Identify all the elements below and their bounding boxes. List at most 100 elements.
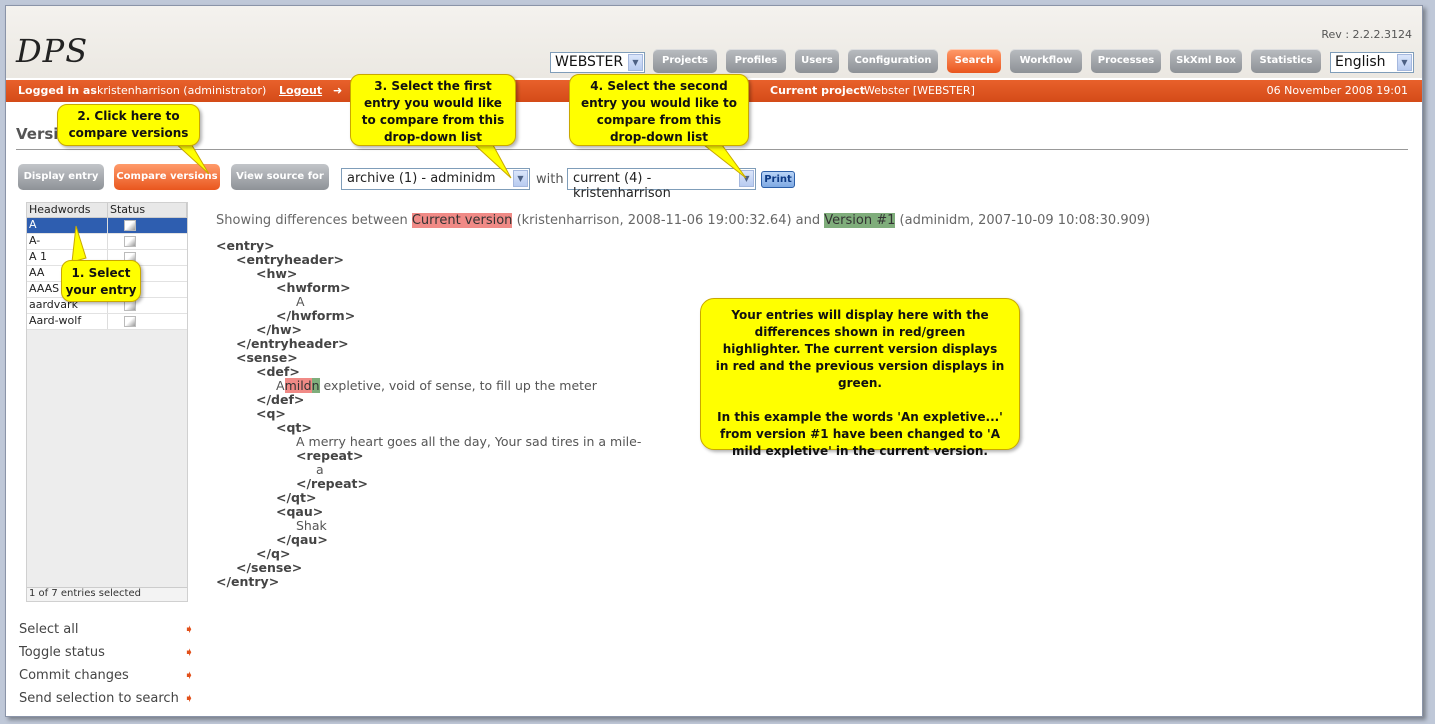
- logout-link[interactable]: Logout: [279, 84, 322, 97]
- xml-text: A merry heart goes all the day, Your sad…: [296, 434, 642, 449]
- arrow-right-icon[interactable]: ➧: [184, 645, 194, 659]
- chevron-down-icon[interactable]: ▼: [739, 170, 754, 187]
- nav-projects-button[interactable]: Projects: [653, 49, 717, 73]
- current-project-value: Webster [WEBSTER]: [864, 84, 975, 97]
- arrow-right-icon[interactable]: ➧: [184, 622, 194, 636]
- xml-text: A: [296, 294, 305, 309]
- xml-tag: </entryheader>: [236, 336, 349, 351]
- headword-cell: Aard-wolf: [27, 314, 108, 329]
- xml-text: A: [276, 378, 285, 393]
- xml-tag: </def>: [256, 392, 305, 407]
- xml-tag: <hw>: [256, 266, 298, 281]
- nav-workflow-button[interactable]: Workflow: [1010, 49, 1082, 73]
- selection-count: 1 of 7 entries selected: [27, 587, 187, 601]
- xml-tag: <entry>: [216, 238, 275, 253]
- xml-tag: <repeat>: [296, 448, 364, 463]
- app-logo: DPS: [16, 32, 89, 70]
- headwords-column-header[interactable]: Headwords: [27, 203, 108, 217]
- status-column-header[interactable]: Status: [108, 203, 187, 217]
- display-entry-button[interactable]: Display entry: [18, 164, 104, 190]
- chevron-down-icon[interactable]: ▼: [628, 54, 643, 71]
- print-button[interactable]: Print: [761, 171, 795, 188]
- commit-changes-label[interactable]: Commit changes: [19, 668, 129, 683]
- xml-tag: </hwform>: [276, 308, 356, 323]
- view-source-button[interactable]: View source for: [231, 164, 329, 190]
- toggle-status-action[interactable]: Toggle status ➧: [19, 645, 194, 668]
- callout-diff-text-1: Your entries will display here with the …: [715, 308, 1005, 390]
- app-window: DPS Rev : 2.2.2.3124 WEBSTER ▼ Projects P…: [5, 5, 1423, 717]
- xml-text: a: [316, 462, 324, 477]
- current-project-label: Current project: [770, 84, 865, 97]
- xml-text: expletive, void of sense, to fill up the…: [319, 378, 597, 393]
- xml-tag: <sense>: [236, 350, 298, 365]
- nav-profiles-button[interactable]: Profiles: [726, 49, 786, 73]
- callout-spacer: [715, 392, 1005, 409]
- headword-cell: A: [27, 218, 108, 233]
- xml-tag: </repeat>: [296, 476, 368, 491]
- current-version-meta: (kristenharrison, 2008-11-06 19:00:32.64…: [516, 213, 821, 228]
- xml-tag: <qt>: [276, 420, 312, 435]
- logged-in-user: kristenharrison (administrator): [97, 84, 267, 97]
- status-cell: [108, 218, 187, 233]
- status-icon[interactable]: [124, 220, 136, 231]
- nav-users-button[interactable]: Users: [795, 49, 839, 73]
- current-version-highlight: Current version: [411, 213, 513, 228]
- list-item[interactable]: Aard-wolf: [27, 314, 187, 330]
- list-item[interactable]: A-: [27, 234, 187, 250]
- nav-configuration-button[interactable]: Configuration: [848, 49, 938, 73]
- send-to-search-label[interactable]: Send selection to search: [19, 691, 179, 706]
- xml-tag: <entryheader>: [236, 252, 345, 267]
- chevron-down-icon[interactable]: ▼: [513, 170, 528, 187]
- previous-version-meta: (adminidm, 2007-10-09 10:08:30.909): [899, 213, 1151, 228]
- list-header: Headwords Status: [27, 203, 187, 218]
- diff-summary: Showing differences between Current vers…: [216, 213, 1150, 228]
- language-select[interactable]: English ▼: [1330, 52, 1414, 73]
- second-version-select[interactable]: current (4) - kristenharrison ▼: [567, 168, 756, 201]
- project-select[interactable]: WEBSTER ▼: [550, 52, 645, 73]
- nav-statistics-button[interactable]: Statistics: [1251, 49, 1321, 73]
- compare-versions-button[interactable]: Compare versions: [114, 164, 220, 190]
- xml-tag: </sense>: [236, 560, 303, 575]
- main-nav: Projects Profiles Users Configuration Search…: [653, 49, 1321, 73]
- status-cell: [108, 314, 187, 329]
- select-all-label[interactable]: Select all: [19, 622, 78, 637]
- language-select-value: English: [1335, 54, 1386, 70]
- diff-removed-text: n: [311, 378, 320, 393]
- diff-prefix: Showing differences between: [216, 213, 408, 228]
- callout-second-entry: 4. Select the second entry you would lik…: [569, 74, 749, 146]
- nav-search-button[interactable]: Search: [947, 49, 1001, 73]
- xml-diff-view: <entry> <entryheader> <hw> <hwform> A </…: [216, 239, 641, 589]
- previous-version-highlight: Version #1: [824, 213, 896, 228]
- status-icon[interactable]: [124, 236, 136, 247]
- chevron-down-icon[interactable]: ▼: [1397, 54, 1412, 71]
- top-header: DPS Rev : 2.2.2.3124 WEBSTER ▼ Projects P…: [6, 6, 1422, 78]
- xml-tag: </q>: [256, 546, 291, 561]
- project-select-value: WEBSTER: [555, 54, 624, 70]
- page-title: Versi: [16, 125, 59, 143]
- xml-tag: <def>: [256, 364, 300, 379]
- xml-tag: </qau>: [276, 532, 328, 547]
- arrow-right-icon[interactable]: ➧: [184, 668, 194, 682]
- status-cell: [108, 234, 187, 249]
- logged-in-label: Logged in as: [18, 84, 97, 97]
- second-version-value: current (4) - kristenharrison: [573, 171, 671, 201]
- send-to-search-action[interactable]: Send selection to search ➧: [19, 691, 194, 714]
- current-datetime: 06 November 2008 19:01: [1266, 84, 1408, 97]
- toggle-status-label[interactable]: Toggle status: [19, 645, 105, 660]
- arrow-right-icon[interactable]: ➧: [184, 691, 194, 705]
- list-item[interactable]: A: [27, 218, 187, 234]
- xml-tag: </qt>: [276, 490, 317, 505]
- select-all-action[interactable]: Select all ➧: [19, 622, 194, 645]
- commit-changes-action[interactable]: Commit changes ➧: [19, 668, 194, 691]
- first-version-value: archive (1) - adminidm: [347, 171, 496, 186]
- nav-skxml-box-button[interactable]: SkXml Box: [1170, 49, 1242, 73]
- first-version-select[interactable]: archive (1) - adminidm ▼: [341, 168, 530, 190]
- callout-first-entry: 3. Select the first entry you would like…: [350, 74, 516, 146]
- callout-compare-versions: 2. Click here to compare versions: [57, 104, 200, 146]
- nav-processes-button[interactable]: Processes: [1091, 49, 1161, 73]
- headword-cell: A-: [27, 234, 108, 249]
- screenshot-frame: DPS Rev : 2.2.2.3124 WEBSTER ▼ Projects P…: [0, 0, 1435, 724]
- xml-text: Shak: [296, 518, 327, 533]
- status-icon[interactable]: [124, 316, 136, 327]
- callout-diff-explanation: Your entries will display here with the …: [700, 298, 1020, 458]
